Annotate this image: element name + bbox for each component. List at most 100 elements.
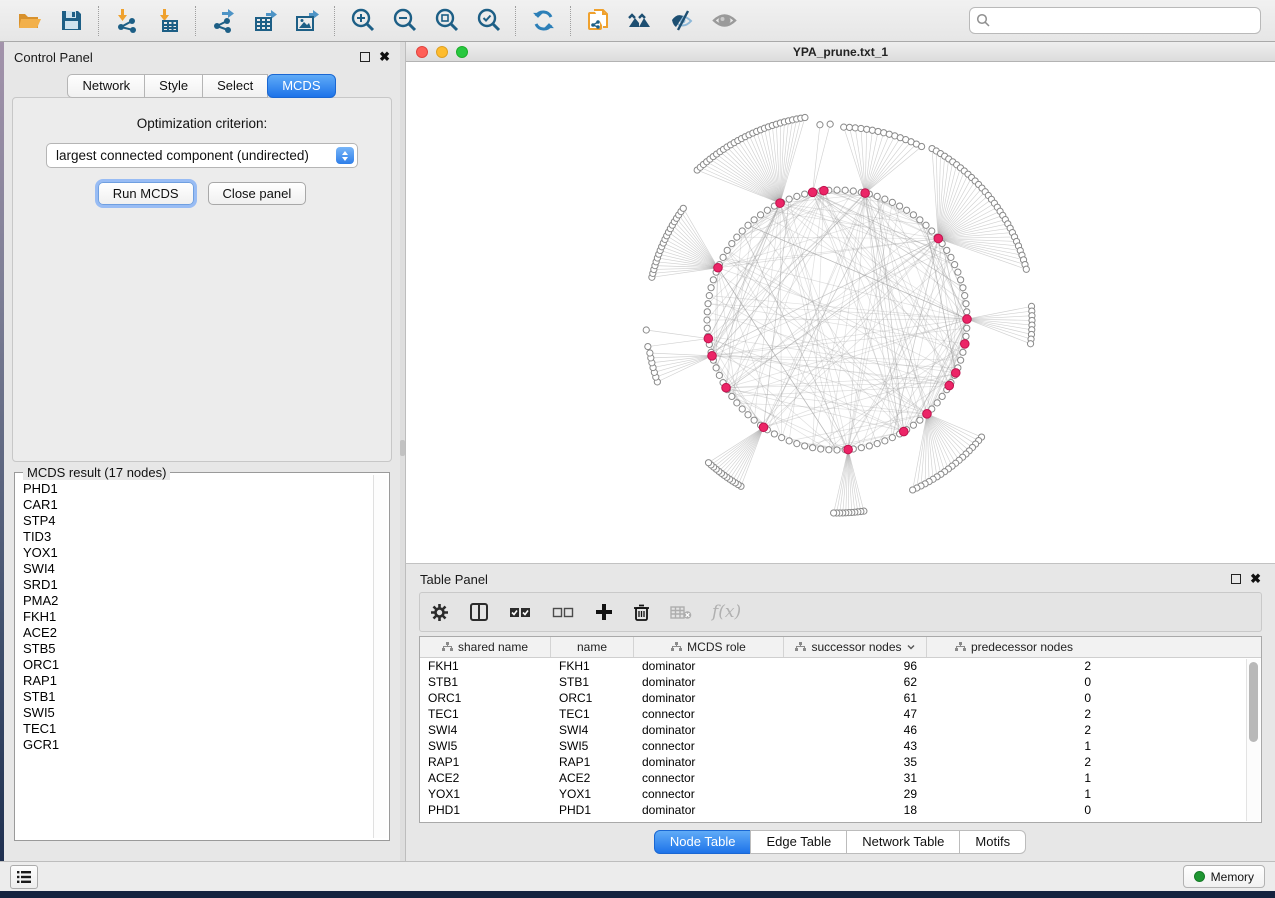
mcds-result-item[interactable]: SWI4 (23, 561, 373, 577)
first-neighbors-button[interactable] (619, 3, 661, 39)
open-session-button[interactable] (8, 3, 50, 39)
table-cell[interactable]: 62 (784, 675, 927, 689)
table-cell[interactable]: 1 (927, 771, 1101, 785)
table-scrollbar-track[interactable] (1246, 659, 1260, 821)
network-node[interactable] (794, 441, 800, 447)
network-node[interactable] (864, 126, 870, 132)
export-network-button[interactable] (202, 3, 244, 39)
mcds-hub-node[interactable] (844, 445, 853, 454)
mcds-result-item[interactable]: ACE2 (23, 625, 373, 641)
network-node[interactable] (934, 400, 940, 406)
memory-button[interactable]: Memory (1183, 865, 1265, 888)
table-cell[interactable]: 0 (927, 691, 1101, 705)
hide-selected-button[interactable] (661, 3, 703, 39)
network-node[interactable] (963, 301, 969, 307)
add-row-button[interactable] (595, 603, 613, 621)
mcds-result-item[interactable]: FKH1 (23, 609, 373, 625)
network-node[interactable] (963, 333, 969, 339)
network-node[interactable] (841, 124, 847, 130)
table-tab-node-table[interactable]: Node Table (654, 830, 752, 854)
network-node[interactable] (739, 228, 745, 234)
mcds-hub-node[interactable] (708, 352, 717, 361)
network-node[interactable] (716, 372, 722, 378)
network-node[interactable] (874, 441, 880, 447)
control-panel-float-icon[interactable] (360, 52, 370, 62)
export-table-button[interactable] (244, 3, 286, 39)
table-row[interactable]: SWI4SWI4dominator462 (420, 722, 1261, 738)
network-node[interactable] (869, 127, 875, 133)
table-scrollbar-thumb[interactable] (1249, 662, 1258, 742)
table-cell[interactable]: 61 (784, 691, 927, 705)
table-cell[interactable]: 46 (784, 723, 927, 737)
select-all-button[interactable] (509, 605, 532, 620)
mcds-result-scrollbar[interactable] (373, 475, 387, 838)
mcds-result-item[interactable]: SRD1 (23, 577, 373, 593)
mcds-hub-node[interactable] (951, 369, 960, 378)
mcds-hub-node[interactable] (776, 199, 785, 208)
network-node[interactable] (779, 435, 785, 441)
network-node[interactable] (745, 222, 751, 228)
table-cell[interactable]: ORC1 (551, 691, 634, 705)
table-cell[interactable]: 47 (784, 707, 927, 721)
network-node[interactable] (866, 443, 872, 449)
network-node[interactable] (960, 285, 966, 291)
table-row[interactable]: TEC1TEC1connector472 (420, 706, 1261, 722)
table-cell[interactable]: TEC1 (420, 707, 551, 721)
delete-table-button[interactable] (670, 605, 692, 620)
show-columns-button[interactable] (469, 602, 489, 622)
network-node[interactable] (939, 393, 945, 399)
mcds-hub-node[interactable] (945, 381, 954, 390)
control-tab-mcds[interactable]: MCDS (267, 74, 335, 98)
import-network-button[interactable] (105, 3, 147, 39)
show-all-button[interactable] (703, 3, 745, 39)
network-node[interactable] (708, 285, 714, 291)
network-node[interactable] (734, 234, 740, 240)
network-node[interactable] (882, 438, 888, 444)
network-node[interactable] (818, 446, 824, 452)
network-node[interactable] (706, 293, 712, 299)
network-node[interactable] (734, 400, 740, 406)
table-cell[interactable]: connector (634, 787, 784, 801)
mcds-hub-node[interactable] (704, 334, 713, 343)
control-tab-network[interactable]: Network (67, 74, 145, 98)
network-node[interactable] (704, 317, 710, 323)
run-mcds-button[interactable]: Run MCDS (98, 182, 194, 205)
network-node[interactable] (826, 447, 832, 453)
network-node[interactable] (964, 309, 970, 315)
table-cell[interactable]: 1 (927, 739, 1101, 753)
network-node[interactable] (643, 327, 649, 333)
table-settings-button[interactable] (430, 603, 449, 622)
function-builder-icon[interactable]: f(x) (712, 602, 741, 622)
mcds-result-item[interactable]: CAR1 (23, 497, 373, 513)
table-row[interactable]: ACE2ACE2connector311 (420, 770, 1261, 786)
mcds-hub-node[interactable] (923, 410, 932, 419)
table-cell[interactable]: 31 (784, 771, 927, 785)
table-cell[interactable]: RAP1 (551, 755, 634, 769)
network-node[interactable] (704, 309, 710, 315)
table-cell[interactable]: ACE2 (551, 771, 634, 785)
table-row[interactable]: ORC1ORC1dominator610 (420, 690, 1261, 706)
table-tab-edge-table[interactable]: Edge Table (750, 830, 847, 854)
table-cell[interactable]: 35 (784, 755, 927, 769)
table-cell[interactable]: STB1 (551, 675, 634, 689)
table-cell[interactable]: dominator (634, 803, 784, 817)
network-node[interactable] (910, 212, 916, 218)
table-cell[interactable]: ORC1 (420, 691, 551, 705)
mcds-result-item[interactable]: SWI5 (23, 705, 373, 721)
table-cell[interactable]: dominator (634, 723, 784, 737)
table-cell[interactable]: STB1 (420, 675, 551, 689)
table-row[interactable]: YOX1YOX1connector291 (420, 786, 1261, 802)
mcds-hub-node[interactable] (808, 188, 817, 197)
network-node[interactable] (834, 447, 840, 453)
column-header-successor-nodes[interactable]: successor nodes (784, 637, 927, 657)
mcds-hub-node[interactable] (960, 340, 969, 349)
divider-grip[interactable] (400, 440, 405, 456)
mcds-result-item[interactable]: ORC1 (23, 657, 373, 673)
network-node[interactable] (858, 125, 864, 131)
mcds-hub-node[interactable] (963, 315, 972, 324)
apply-layout-button[interactable] (522, 3, 564, 39)
table-cell[interactable]: dominator (634, 755, 784, 769)
table-cell[interactable]: ACE2 (420, 771, 551, 785)
mcds-result-item[interactable]: PHD1 (23, 481, 373, 497)
mcds-hub-node[interactable] (861, 189, 870, 198)
